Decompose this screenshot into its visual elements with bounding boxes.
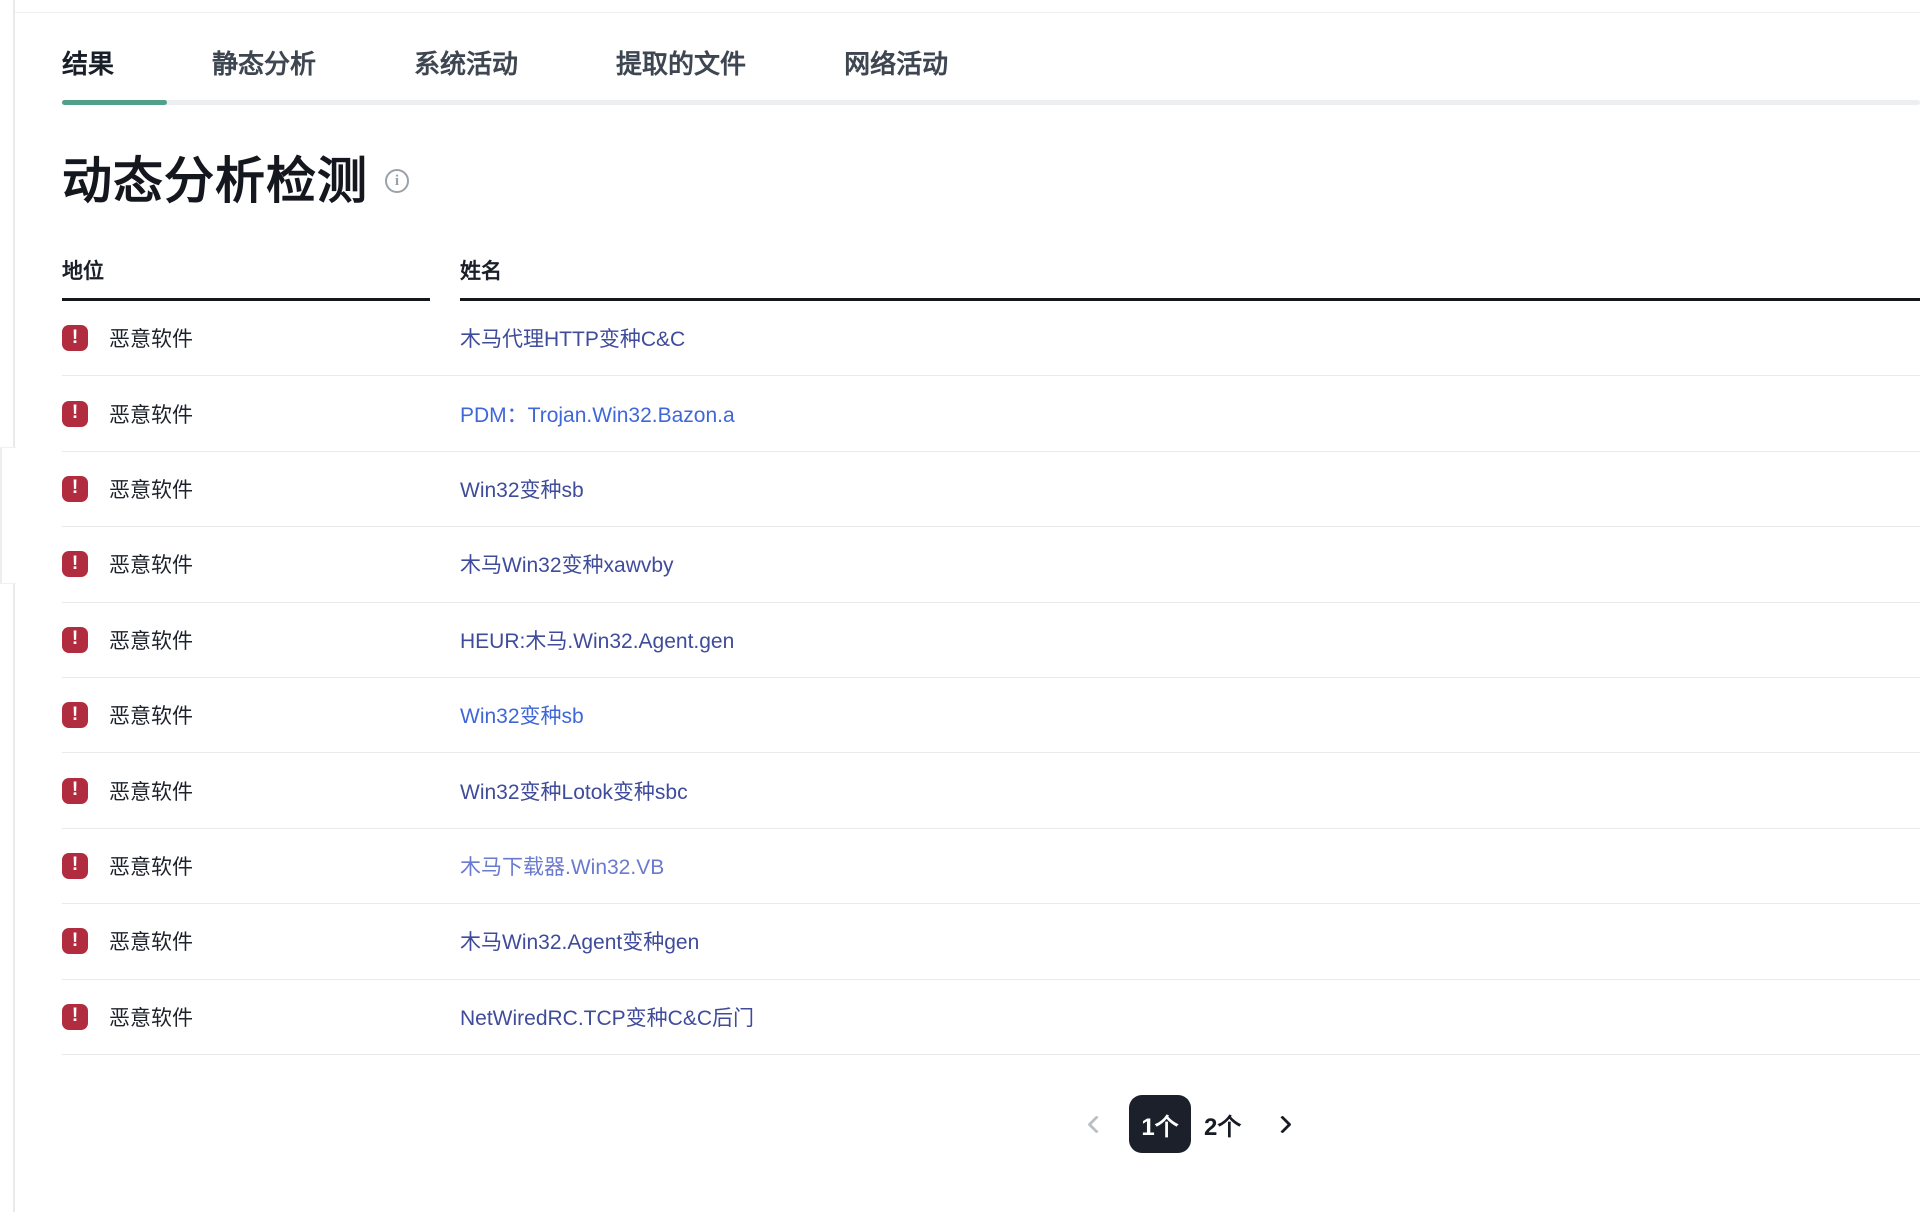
status-cell: ! 恶意软件 [62, 549, 430, 579]
detection-name-link[interactable]: Win32变种Lotok变种sbc [460, 781, 688, 804]
status-cell: ! 恶意软件 [62, 399, 430, 429]
tab-track [62, 100, 1920, 105]
pagination: 1个2个 [1090, 1093, 1289, 1155]
status-label: 恶意软件 [109, 700, 193, 730]
status-label: 恶意软件 [109, 1002, 193, 1032]
detection-name-link[interactable]: NetWiredRC.TCP变种C&C后门 [460, 1007, 754, 1030]
status-label: 恶意软件 [109, 776, 193, 806]
tab-2[interactable]: 系统活动 [414, 44, 518, 81]
name-cell: PDM：Trojan.Win32.Bazon.a [460, 399, 1920, 429]
left-panel-divider [13, 0, 15, 1212]
page-title: 动态分析检测 [62, 152, 368, 210]
tab-bar: 结果 静态分析 系统活动 提取的文件 网络活动 [62, 44, 1920, 81]
tab-0[interactable]: 结果 [62, 44, 114, 81]
status-cell: ! 恶意软件 [62, 625, 430, 655]
table-row: ! 恶意软件 木马下载器.Win32.VB [62, 829, 1920, 904]
tab-label: 网络活动 [844, 49, 948, 79]
detection-name-link[interactable]: 木马Win32.Agent变种gen [460, 931, 699, 954]
malware-alert-icon: ! [62, 325, 88, 351]
active-tab-underline [62, 100, 167, 105]
table-row: ! 恶意软件 Win32变种Lotok变种sbc [62, 753, 1920, 828]
malware-alert-icon: ! [62, 853, 88, 879]
detection-name-link[interactable]: 木马下载器.Win32.VB [460, 856, 664, 879]
tab-label: 结果 [62, 49, 114, 79]
column-header-name: 姓名 [460, 255, 1920, 301]
status-cell: ! 恶意软件 [62, 323, 430, 353]
chevron-right-icon [1274, 1115, 1292, 1133]
heading-row: 动态分析检测 i [62, 152, 409, 210]
status-cell: ! 恶意软件 [62, 926, 430, 956]
panel-notch [0, 447, 16, 584]
malware-alert-icon: ! [62, 1004, 88, 1030]
detection-name-link[interactable]: 木马Win32变种xawvby [460, 554, 674, 577]
column-header-status: 地位 [62, 255, 430, 301]
pagination-page-button[interactable]: 1个 [1129, 1095, 1191, 1153]
status-label: 恶意软件 [109, 323, 193, 353]
name-cell: 木马Win32.Agent变种gen [460, 926, 1920, 956]
status-label: 恶意软件 [109, 926, 193, 956]
status-cell: ! 恶意软件 [62, 776, 430, 806]
chevron-left-icon [1087, 1115, 1105, 1133]
table-row: ! 恶意软件 木马代理HTTP变种C&C [62, 301, 1920, 376]
status-label: 恶意软件 [109, 851, 193, 881]
table-body: ! 恶意软件 木马代理HTTP变种C&C ! 恶意软件 PDM：Trojan.W… [62, 301, 1920, 1055]
status-cell: ! 恶意软件 [62, 474, 430, 504]
name-cell: Win32变种sb [460, 700, 1920, 730]
tab-4[interactable]: 网络活动 [844, 44, 948, 81]
pagination-prev-button[interactable] [1090, 1118, 1103, 1131]
pagination-next-button[interactable] [1276, 1118, 1289, 1131]
status-cell: ! 恶意软件 [62, 700, 430, 730]
table-row: ! 恶意软件 PDM：Trojan.Win32.Bazon.a [62, 376, 1920, 451]
name-cell: NetWiredRC.TCP变种C&C后门 [460, 1002, 1920, 1032]
tab-label: 系统活动 [414, 49, 518, 79]
detection-name-link[interactable]: Win32变种sb [460, 705, 584, 728]
detection-name-link[interactable]: HEUR:木马.Win32.Agent.gen [460, 630, 734, 653]
tab-label: 静态分析 [212, 49, 316, 79]
malware-alert-icon: ! [62, 928, 88, 954]
malware-alert-icon: ! [62, 401, 88, 427]
detection-name-link[interactable]: Win32变种sb [460, 479, 584, 502]
detections-table: 地位 姓名 ! 恶意软件 木马代理HTTP变种C&C ! 恶意软件 PDM：Tr… [62, 255, 1920, 1055]
detection-name-link[interactable]: 木马代理HTTP变种C&C [460, 328, 685, 351]
top-divider [15, 12, 1920, 13]
malware-alert-icon: ! [62, 778, 88, 804]
table-row: ! 恶意软件 Win32变种sb [62, 452, 1920, 527]
malware-alert-icon: ! [62, 702, 88, 728]
name-cell: Win32变种sb [460, 474, 1920, 504]
name-cell: 木马下载器.Win32.VB [460, 851, 1920, 881]
pagination-page-button[interactable]: 2个 [1197, 1095, 1248, 1153]
status-cell: ! 恶意软件 [62, 1002, 430, 1032]
status-label: 恶意软件 [109, 625, 193, 655]
malware-alert-icon: ! [62, 476, 88, 502]
status-label: 恶意软件 [109, 549, 193, 579]
status-label: 恶意软件 [109, 399, 193, 429]
status-label: 恶意软件 [109, 474, 193, 504]
table-row: ! 恶意软件 HEUR:木马.Win32.Agent.gen [62, 603, 1920, 678]
malware-alert-icon: ! [62, 627, 88, 653]
table-header: 地位 姓名 [62, 255, 1920, 301]
name-cell: Win32变种Lotok变种sbc [460, 776, 1920, 806]
tab-3[interactable]: 提取的文件 [616, 44, 746, 81]
table-row: ! 恶意软件 木马Win32.Agent变种gen [62, 904, 1920, 979]
tab-1[interactable]: 静态分析 [212, 44, 316, 81]
malware-alert-icon: ! [62, 551, 88, 577]
table-row: ! 恶意软件 NetWiredRC.TCP变种C&C后门 [62, 980, 1920, 1055]
name-cell: 木马Win32变种xawvby [460, 549, 1920, 579]
table-row: ! 恶意软件 Win32变种sb [62, 678, 1920, 753]
detection-name-link[interactable]: PDM：Trojan.Win32.Bazon.a [460, 404, 735, 427]
name-cell: HEUR:木马.Win32.Agent.gen [460, 625, 1920, 655]
status-cell: ! 恶意软件 [62, 851, 430, 881]
name-cell: 木马代理HTTP变种C&C [460, 323, 1920, 353]
info-icon[interactable]: i [385, 169, 409, 193]
tab-label: 提取的文件 [616, 49, 746, 79]
pagination-pages: 1个2个 [1129, 1095, 1248, 1153]
table-row: ! 恶意软件 木马Win32变种xawvby [62, 527, 1920, 602]
